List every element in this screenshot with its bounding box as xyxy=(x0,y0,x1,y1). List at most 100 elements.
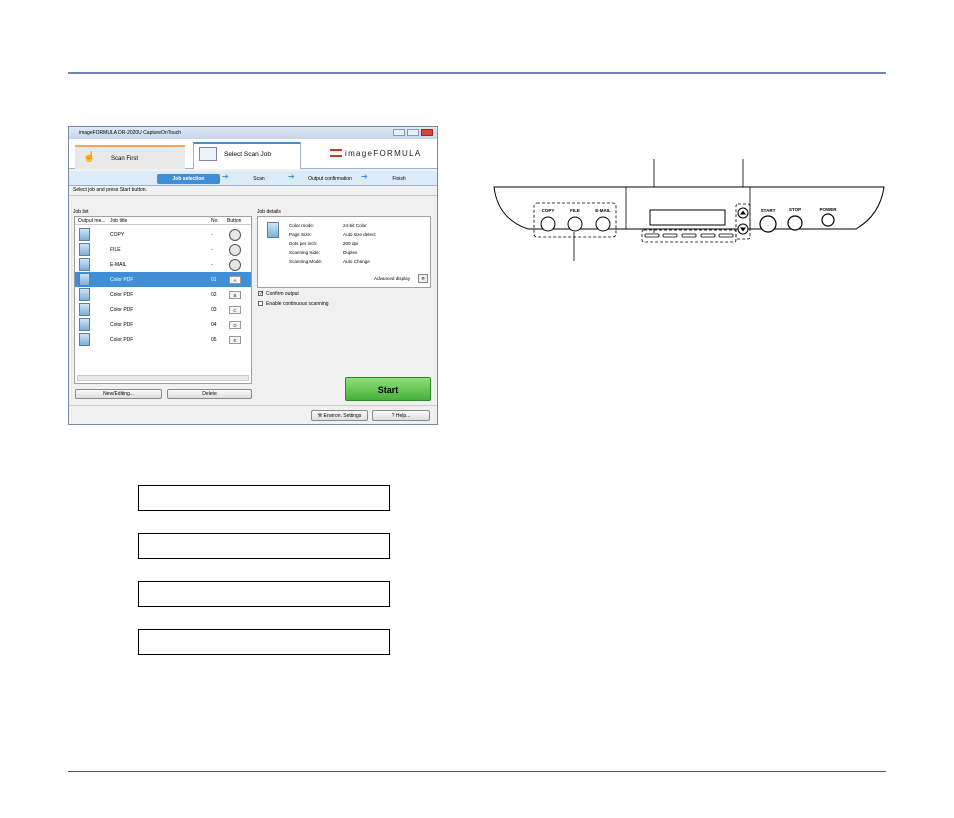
table-row[interactable]: E-MAIL - xyxy=(75,257,251,272)
job-button-label: E xyxy=(229,336,241,344)
display-button-3[interactable] xyxy=(681,233,697,238)
close-icon[interactable] xyxy=(421,129,433,136)
job-no: 03 xyxy=(211,307,217,313)
display-button-1[interactable] xyxy=(644,233,660,238)
divider xyxy=(69,195,437,196)
step-bar: Job selection ➔ Scan ➔ Output confirmati… xyxy=(69,171,437,186)
file-button-icon[interactable] xyxy=(567,216,583,232)
email-label: E-MAIL xyxy=(595,208,611,213)
maximize-icon[interactable] xyxy=(407,129,419,136)
step-arrow-icon: ➔ xyxy=(288,172,295,181)
step-arrow-icon: ➔ xyxy=(361,172,368,181)
power-button-icon[interactable] xyxy=(821,213,835,227)
blank-box xyxy=(138,533,390,559)
col-job-title[interactable]: Job title xyxy=(110,218,127,224)
display-button-4[interactable] xyxy=(700,233,716,238)
tab-scan-first[interactable]: ☝ Scan First xyxy=(75,145,185,169)
job-button-label: A xyxy=(229,276,241,284)
step-scan: Scan xyxy=(253,176,265,182)
minimize-icon[interactable] xyxy=(393,129,405,136)
confirm-output-label: Confirm output xyxy=(266,291,299,297)
display-button-2[interactable] xyxy=(662,233,678,238)
table-row[interactable]: Color PDF 02 B xyxy=(75,287,251,302)
environ-settings-label: Environ. Settings xyxy=(323,413,362,419)
help-button[interactable]: ? Help... xyxy=(372,410,430,421)
stop-button-icon[interactable] xyxy=(787,215,803,231)
col-no[interactable]: No. xyxy=(211,218,219,224)
file-icon xyxy=(79,243,90,256)
brand-logo: imageFORMULA xyxy=(330,149,422,158)
table-row[interactable]: Color PDF 01 A xyxy=(75,272,251,287)
job-button-label: D xyxy=(229,321,241,329)
tab-select-scan-job[interactable]: Select Scan Job xyxy=(193,142,301,169)
pdf-icon xyxy=(79,318,90,331)
blank-box xyxy=(138,485,390,511)
detail-value: 200 dpi xyxy=(343,241,359,246)
confirm-output-checkbox[interactable]: ✓ xyxy=(258,291,263,297)
blank-box xyxy=(138,629,390,655)
tab-scan-first-label: Scan First xyxy=(111,156,139,162)
email-icon xyxy=(79,258,90,271)
copy-button-icon[interactable] xyxy=(540,216,556,232)
new-editing-button[interactable]: New/Editing... xyxy=(75,389,162,399)
display-button-5[interactable] xyxy=(718,233,734,238)
copy-label: COPY xyxy=(542,208,555,213)
job-details-panel: Color mode: 24-bit Color Page Size: Auto… xyxy=(257,216,431,288)
start-button[interactable]: Start xyxy=(345,377,431,401)
detail-key: Scanning Side: xyxy=(289,250,320,255)
job-button-label: B xyxy=(229,291,241,299)
continuous-scanning-checkbox[interactable] xyxy=(258,301,263,306)
start-button-icon[interactable] xyxy=(759,215,777,233)
tab-bar: ☝ Scan First Select Scan Job imageFORMUL… xyxy=(69,139,437,169)
job-list[interactable]: Output me... Job title No. Button COPY -… xyxy=(74,216,252,384)
detail-value: Duplex xyxy=(343,250,358,255)
pdf-icon xyxy=(79,333,90,346)
power-label: POWER xyxy=(819,207,837,212)
help-label: Help... xyxy=(395,413,411,419)
copy-button-icon xyxy=(229,229,241,241)
start-label: START xyxy=(761,208,776,213)
job-title: Color PDF xyxy=(110,322,134,328)
job-no: 01 xyxy=(211,277,217,283)
table-row[interactable]: Color PDF 04 D xyxy=(75,317,251,332)
logo-mark-icon xyxy=(330,149,342,157)
expand-chevron-icon[interactable]: » xyxy=(418,274,428,283)
instruction-text: Select job and press Start button. xyxy=(73,187,147,193)
pdf-icon xyxy=(267,222,279,238)
job-no: - xyxy=(211,247,213,253)
title-bar: imageFORMULA DR-2020U CaptureOnTouch xyxy=(69,127,437,139)
job-list-label: Job list xyxy=(73,209,89,215)
pdf-icon xyxy=(79,273,90,286)
stop-label: STOP xyxy=(789,207,801,212)
footer-rule xyxy=(68,771,886,772)
delete-button[interactable]: Delete xyxy=(167,389,252,399)
job-list-header: Output me... Job title No. Button xyxy=(75,217,251,225)
col-output-method[interactable]: Output me... xyxy=(78,218,106,224)
hand-icon: ☝ xyxy=(83,152,96,163)
window-title: imageFORMULA DR-2020U CaptureOnTouch xyxy=(79,130,181,136)
email-button-icon[interactable] xyxy=(595,216,611,232)
table-row[interactable]: FILE - xyxy=(75,242,251,257)
job-no: 02 xyxy=(211,292,217,298)
horizontal-scrollbar[interactable] xyxy=(77,375,249,381)
job-no: 04 xyxy=(211,322,217,328)
job-title: Color PDF xyxy=(110,277,134,283)
environ-settings-button[interactable]: ⚒ Environ. Settings xyxy=(311,410,368,421)
col-button[interactable]: Button xyxy=(227,218,241,224)
step-output-confirmation: Output confirmation xyxy=(308,176,352,182)
table-row[interactable]: COPY - xyxy=(75,227,251,242)
step-job-selection: Job selection xyxy=(157,174,220,184)
table-row[interactable]: Color PDF 05 E xyxy=(75,332,251,347)
job-button-label: C xyxy=(229,306,241,314)
email-button-icon xyxy=(229,259,241,271)
job-title: Color PDF xyxy=(110,307,134,313)
logo-text: imageFORMULA xyxy=(345,149,422,158)
detail-key: Dots per inch: xyxy=(289,241,318,246)
blank-box xyxy=(138,581,390,607)
job-title: E-MAIL xyxy=(110,262,127,268)
bottom-bar: ⚒ Environ. Settings ? Help... xyxy=(69,405,437,424)
step-finish: Finish xyxy=(392,176,406,182)
detail-key: Page Size: xyxy=(289,232,312,237)
detail-key: Scanning Mode: xyxy=(289,259,323,264)
table-row[interactable]: Color PDF 03 C xyxy=(75,302,251,317)
